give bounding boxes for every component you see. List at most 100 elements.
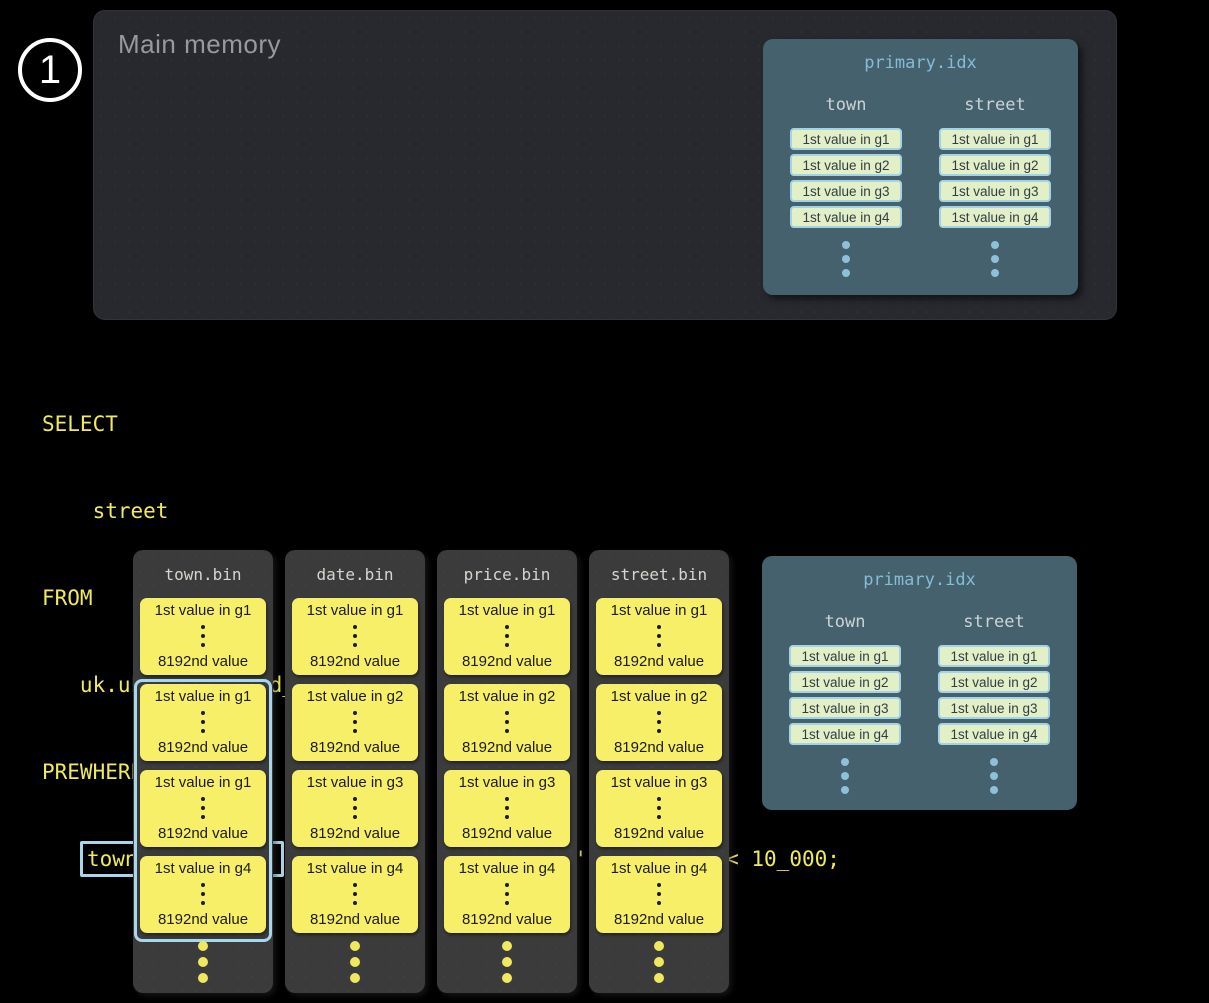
- sql-line: SELECT: [42, 410, 840, 439]
- granule-block: 1st value in g1 8192nd value: [444, 598, 570, 675]
- granule-last-value: 8192nd value: [158, 825, 248, 842]
- granule-block: 1st value in g3 8192nd value: [596, 770, 722, 847]
- granule-ellipsis-icon: [657, 625, 661, 647]
- index-entry-chip: 1st value in g3: [789, 697, 901, 719]
- granule-list: 1st value in g1 8192nd value 1st value i…: [292, 598, 418, 933]
- index-column-header: street: [963, 612, 1024, 632]
- ellipsis-dots-icon: [841, 758, 849, 794]
- ellipsis-dots-icon: [198, 941, 208, 983]
- bin-file-panel-town: town.bin 1st value in g1 8192nd value 1s…: [133, 550, 273, 993]
- primary-index-title: primary.idx: [762, 570, 1077, 590]
- primary-index-columns: town 1st value in g1 1st value in g2 1st…: [762, 612, 1077, 794]
- bin-file-panel-price: price.bin 1st value in g1 8192nd value 1…: [437, 550, 577, 993]
- granule-first-value: 1st value in g1: [307, 602, 404, 619]
- primary-index-title: primary.idx: [763, 53, 1078, 73]
- granule-ellipsis-icon: [201, 625, 205, 647]
- granule-block: 1st value in g4 8192nd value: [292, 856, 418, 933]
- granule-block: 1st value in g3 8192nd value: [444, 770, 570, 847]
- index-entry-chip: 1st value in g3: [939, 180, 1051, 202]
- index-entry-chip: 1st value in g4: [790, 206, 902, 228]
- ellipsis-dots-icon: [842, 241, 850, 277]
- bin-file-title: town.bin: [133, 565, 273, 584]
- granule-block: 1st value in g4 8192nd value: [596, 856, 722, 933]
- granule-last-value: 8192nd value: [310, 825, 400, 842]
- sql-indent: [42, 847, 80, 871]
- granule-first-value: 1st value in g1: [155, 774, 252, 791]
- index-entry-chip: 1st value in g1: [938, 645, 1050, 667]
- granule-block: 1st value in g4 8192nd value: [140, 856, 266, 933]
- granule-first-value: 1st value in g2: [459, 688, 556, 705]
- granule-block: 1st value in g2 8192nd value: [596, 684, 722, 761]
- granule-first-value: 1st value in g1: [155, 602, 252, 619]
- granule-ellipsis-icon: [657, 711, 661, 733]
- granule-last-value: 8192nd value: [158, 739, 248, 756]
- index-column-header: town: [825, 612, 866, 632]
- granule-last-value: 8192nd value: [462, 739, 552, 756]
- index-column-street: street 1st value in g1 1st value in g2 1…: [928, 612, 1060, 794]
- granule-first-value: 1st value in g2: [611, 688, 708, 705]
- index-entry-chip: 1st value in g3: [938, 697, 1050, 719]
- index-column-town: town 1st value in g1 1st value in g2 1st…: [780, 95, 912, 277]
- granule-last-value: 8192nd value: [310, 739, 400, 756]
- granule-ellipsis-icon: [201, 883, 205, 905]
- primary-index-panel-top: primary.idx town 1st value in g1 1st val…: [763, 39, 1078, 295]
- granule-list: 1st value in g1 8192nd value 1st value i…: [444, 598, 570, 933]
- granule-last-value: 8192nd value: [158, 653, 248, 670]
- main-memory-title: Main memory: [118, 29, 281, 60]
- ellipsis-dots-icon: [991, 241, 999, 277]
- index-entry-chip: 1st value in g4: [789, 723, 901, 745]
- granule-last-value: 8192nd value: [310, 653, 400, 670]
- granule-first-value: 1st value in g3: [307, 774, 404, 791]
- index-entry-chip: 1st value in g2: [939, 154, 1051, 176]
- sql-line: street: [42, 497, 840, 526]
- granule-first-value: 1st value in g1: [459, 602, 556, 619]
- granule-block: 1st value in g1 8192nd value: [292, 598, 418, 675]
- granule-first-value: 1st value in g4: [155, 860, 252, 877]
- granule-ellipsis-icon: [353, 711, 357, 733]
- granule-block: 1st value in g1 8192nd value: [140, 684, 266, 761]
- granule-ellipsis-icon: [201, 797, 205, 819]
- granule-ellipsis-icon: [505, 625, 509, 647]
- granule-ellipsis-icon: [505, 711, 509, 733]
- granule-first-value: 1st value in g3: [459, 774, 556, 791]
- granule-list: 1st value in g1 8192nd value 1st value i…: [596, 598, 722, 933]
- granule-first-value: 1st value in g4: [611, 860, 708, 877]
- granule-first-value: 1st value in g4: [459, 860, 556, 877]
- index-entry-chip: 1st value in g1: [789, 645, 901, 667]
- granule-last-value: 8192nd value: [462, 825, 552, 842]
- granule-ellipsis-icon: [505, 797, 509, 819]
- granule-ellipsis-icon: [657, 797, 661, 819]
- granule-block: 1st value in g1 8192nd value: [140, 598, 266, 675]
- granule-list: 1st value in g1 8192nd value 1st value i…: [140, 598, 266, 933]
- granule-ellipsis-icon: [505, 883, 509, 905]
- index-column-header: town: [826, 95, 867, 115]
- granule-last-value: 8192nd value: [462, 911, 552, 928]
- ellipsis-dots-icon: [990, 758, 998, 794]
- ellipsis-dots-icon: [502, 941, 512, 983]
- granule-first-value: 1st value in g1: [155, 688, 252, 705]
- granule-ellipsis-icon: [657, 883, 661, 905]
- index-entry-chip: 1st value in g1: [939, 128, 1051, 150]
- index-entry-chip: 1st value in g1: [790, 128, 902, 150]
- granule-block: 1st value in g3 8192nd value: [292, 770, 418, 847]
- main-memory-panel: Main memory primary.idx town 1st value i…: [93, 10, 1117, 320]
- granule-first-value: 1st value in g4: [307, 860, 404, 877]
- granule-last-value: 8192nd value: [158, 911, 248, 928]
- ellipsis-dots-icon: [350, 941, 360, 983]
- granule-last-value: 8192nd value: [614, 825, 704, 842]
- granule-ellipsis-icon: [353, 625, 357, 647]
- granule-last-value: 8192nd value: [614, 739, 704, 756]
- index-entry-chip: 1st value in g2: [790, 154, 902, 176]
- granule-ellipsis-icon: [353, 883, 357, 905]
- granule-first-value: 1st value in g2: [307, 688, 404, 705]
- granule-last-value: 8192nd value: [462, 653, 552, 670]
- primary-index-columns: town 1st value in g1 1st value in g2 1st…: [763, 95, 1078, 277]
- granule-block: 1st value in g4 8192nd value: [444, 856, 570, 933]
- index-entry-chip: 1st value in g2: [938, 671, 1050, 693]
- granule-first-value: 1st value in g3: [611, 774, 708, 791]
- step-badge: 1: [18, 38, 82, 102]
- bin-file-title: street.bin: [589, 565, 729, 584]
- granule-ellipsis-icon: [353, 797, 357, 819]
- granule-last-value: 8192nd value: [310, 911, 400, 928]
- index-column-street: street 1st value in g1 1st value in g2 1…: [929, 95, 1061, 277]
